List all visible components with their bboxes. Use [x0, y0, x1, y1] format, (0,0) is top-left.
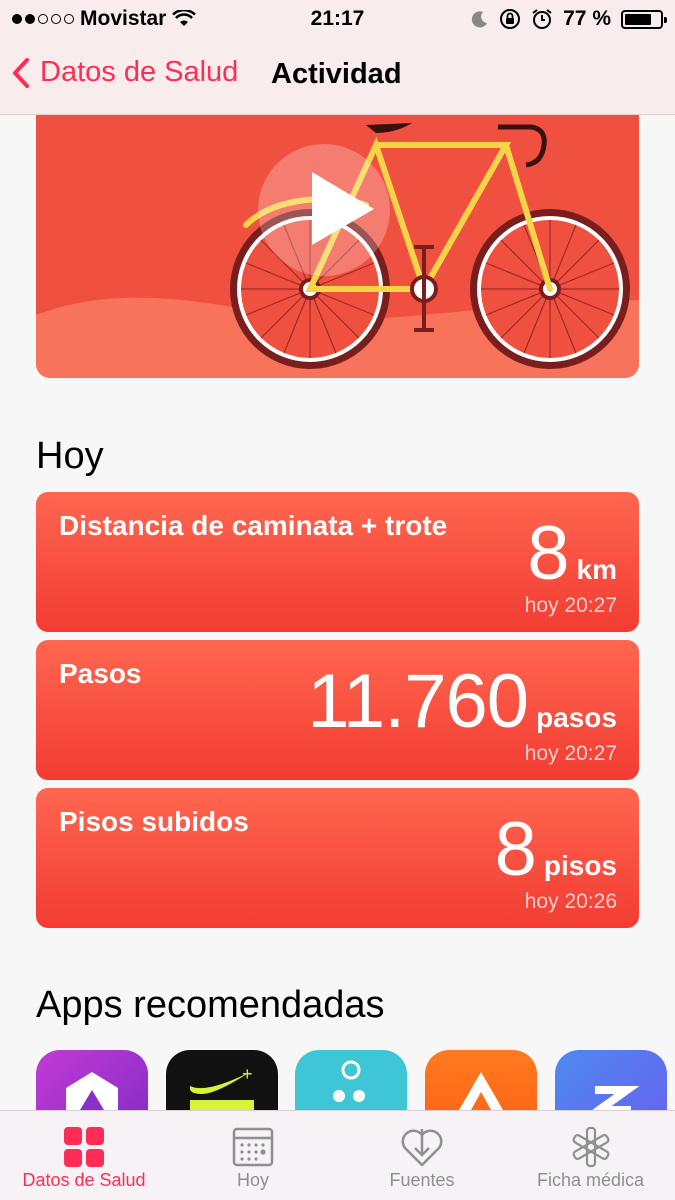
bicycle-illustration [36, 123, 639, 378]
tab-label: Fuentes [389, 1170, 455, 1190]
back-button-label: Datos de Salud [40, 56, 239, 88]
card-title: Distancia de caminata + trote [59, 510, 448, 541]
navigation-bar: Datos de Salud Actividad [0, 40, 675, 115]
medical-asterisk-icon [572, 1126, 609, 1168]
app-icon-runner[interactable] [295, 1050, 407, 1110]
card-value: 11.760 pasos [307, 658, 617, 745]
battery-percentage: 77 % [563, 7, 611, 30]
card-number: 11.760 [307, 659, 529, 744]
tab-label: Ficha médica [536, 1170, 645, 1190]
app-icon-zombies-run[interactable] [555, 1050, 667, 1110]
card-timestamp: hoy 20:27 [524, 742, 617, 765]
app-icon-strava[interactable] [425, 1050, 537, 1110]
page-title: Actividad [271, 58, 402, 90]
recommended-apps-row: + [36, 1050, 675, 1110]
recommended-apps-title: Apps recomendadas [36, 984, 385, 1026]
calendar-icon [232, 1127, 274, 1167]
play-icon [258, 144, 390, 276]
flights-climbed-card[interactable]: Pisos subidos 8 pisos hoy 20:26 [36, 788, 639, 928]
battery-icon [621, 9, 667, 29]
tab-today[interactable]: Hoy [168, 1111, 338, 1200]
card-value: 8 km [527, 510, 617, 597]
moon-icon [471, 11, 488, 28]
activity-video-banner[interactable] [36, 115, 639, 378]
tab-label: Datos de Salud [22, 1170, 146, 1190]
tab-sources[interactable]: Fuentes [338, 1111, 506, 1200]
alarm-icon [532, 9, 552, 29]
tab-health-data[interactable]: Datos de Salud [0, 1111, 168, 1200]
steps-card[interactable]: Pasos 11.760 pasos hoy 20:27 [36, 640, 639, 780]
card-value: 8 pisos [495, 806, 617, 893]
tab-medical-id[interactable]: Ficha médica [506, 1111, 675, 1200]
download-heart-icon [401, 1129, 443, 1167]
card-unit: km [576, 554, 617, 585]
app-icon-health[interactable] [36, 1050, 148, 1110]
card-unit: pasos [536, 702, 617, 733]
card-number: 8 [494, 807, 537, 892]
walking-distance-card[interactable]: Distancia de caminata + trote 8 km hoy 2… [36, 492, 639, 632]
app-icon-nike-run-club[interactable]: + [166, 1050, 278, 1110]
today-section-title: Hoy [36, 435, 104, 477]
chevron-left-icon [13, 57, 29, 88]
card-title: Pasos [59, 658, 142, 689]
card-unit: pisos [543, 850, 617, 881]
card-number: 8 [527, 511, 569, 596]
tab-label: Hoy [236, 1170, 269, 1190]
grid-icon [64, 1127, 104, 1167]
status-bar: Movistar 21:17 77 % [0, 0, 675, 40]
rotation-lock-icon [500, 9, 521, 29]
back-button[interactable]: Datos de Salud [12, 56, 238, 89]
card-timestamp: hoy 20:26 [524, 890, 617, 913]
card-timestamp: hoy 20:27 [524, 594, 617, 617]
tab-bar: Datos de Salud Hoy Fuentes Ficha médica [0, 1110, 675, 1200]
nike-plus-label: + [242, 1064, 253, 1084]
card-title: Pisos subidos [59, 806, 249, 837]
